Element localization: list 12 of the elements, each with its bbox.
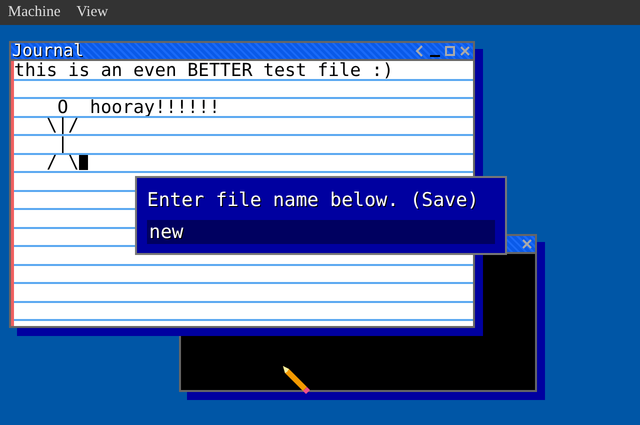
close-icon[interactable] <box>521 238 533 250</box>
text-line: this is an even BETTER test file :) <box>14 60 394 81</box>
file-name-field[interactable]: new <box>147 220 495 244</box>
text-line: \|/ <box>46 115 80 136</box>
pencil-icon <box>282 365 310 395</box>
menu-item[interactable]: Machine <box>8 4 60 21</box>
close-icon[interactable] <box>459 45 471 57</box>
text-line: / \ <box>46 152 80 174</box>
window-title: Journal <box>11 43 84 59</box>
maximize-icon[interactable] <box>444 45 456 57</box>
text-line: O hooray!!!!!! <box>57 96 220 118</box>
menu-item[interactable]: View <box>76 4 108 21</box>
